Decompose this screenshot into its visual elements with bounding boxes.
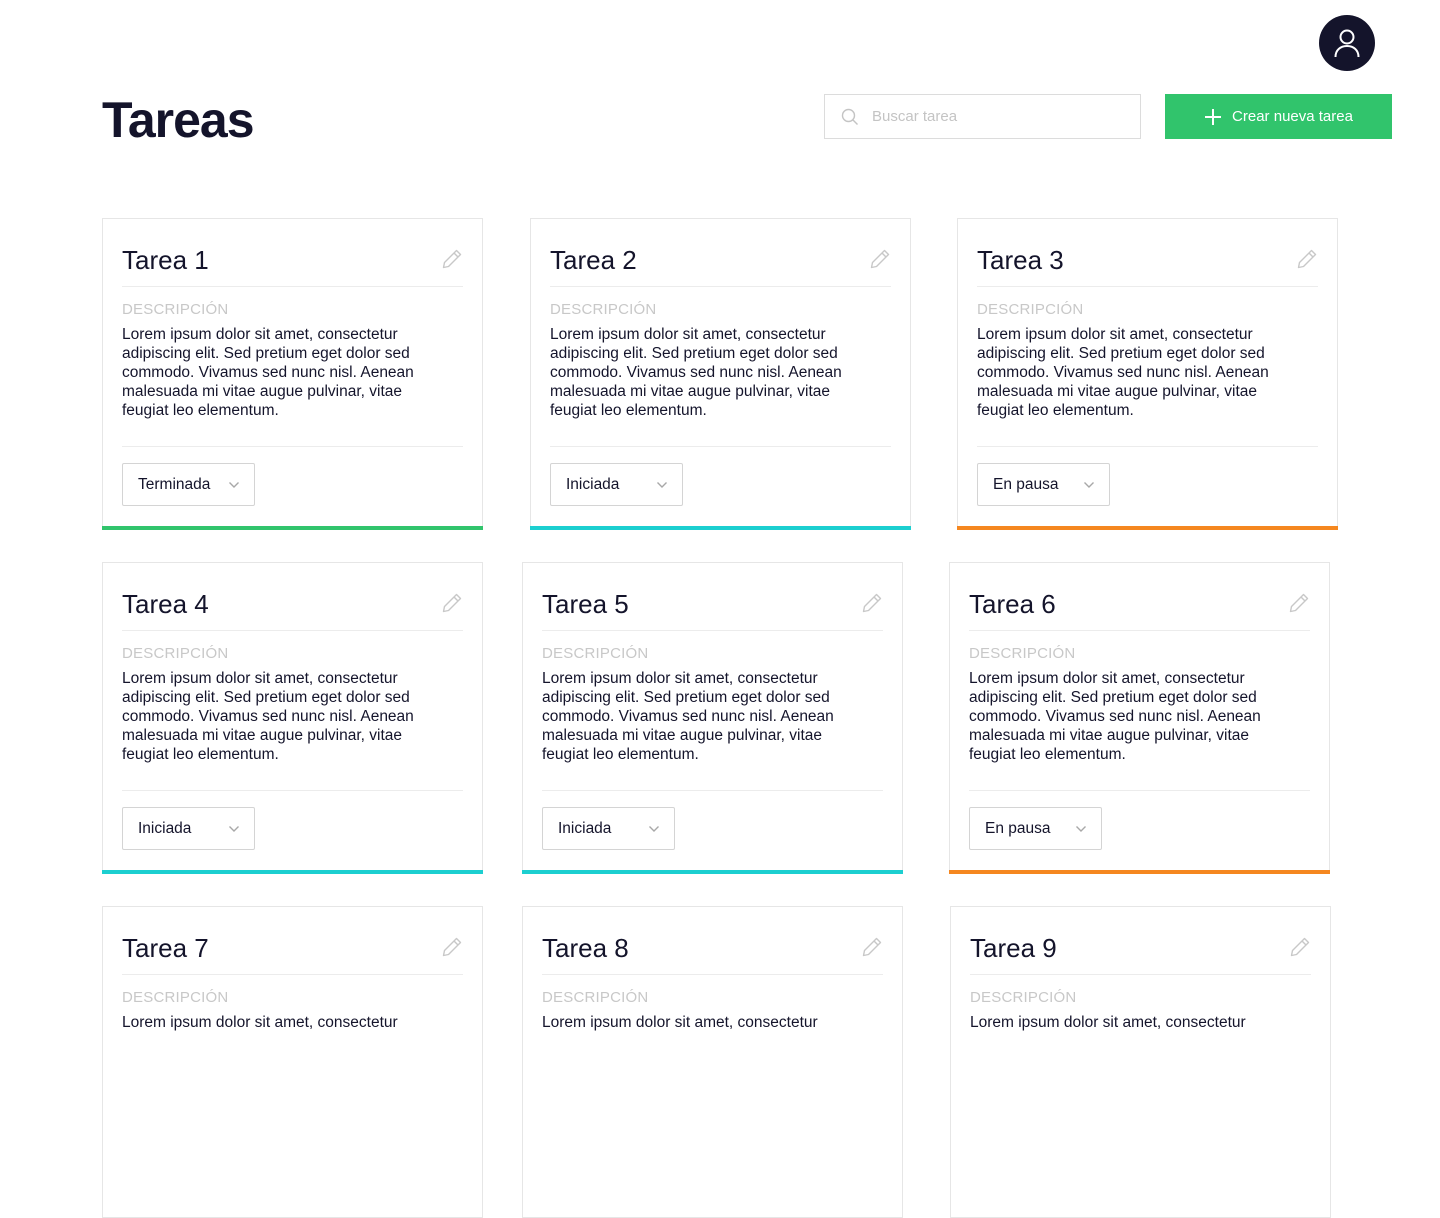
create-task-button-label: Crear nueva tarea (1232, 108, 1353, 125)
task-status-select[interactable]: Iniciada (550, 463, 683, 506)
task-status-select[interactable]: Iniciada (542, 807, 675, 850)
task-card-header: Tarea 5 (542, 583, 883, 631)
task-card-header: Tarea 6 (969, 583, 1310, 631)
task-title: Tarea 1 (122, 245, 209, 275)
search-box[interactable] (824, 94, 1141, 139)
task-description: Lorem ipsum dolor sit amet, consectetur … (550, 326, 842, 419)
task-title: Tarea 6 (969, 589, 1056, 619)
task-card-header: Tarea 7 (122, 927, 463, 975)
task-status-select[interactable]: En pausa (969, 807, 1102, 850)
task-card-divider (969, 790, 1310, 791)
task-card-divider (542, 790, 883, 791)
task-card-header: Tarea 2 (550, 239, 891, 287)
edit-pencil-icon[interactable] (1296, 248, 1318, 270)
edit-pencil-icon[interactable] (1289, 936, 1311, 958)
task-card: Tarea 7 DESCRIPCIÓN Lorem ipsum dolor si… (102, 906, 483, 1218)
edit-pencil-icon[interactable] (441, 248, 463, 270)
task-title: Tarea 9 (970, 933, 1057, 963)
task-title: Tarea 4 (122, 589, 209, 619)
task-description: Lorem ipsum dolor sit amet, consectetur … (122, 326, 414, 419)
task-status-value: Iniciada (566, 475, 620, 493)
task-description-label: DESCRIPCIÓN (122, 989, 229, 1006)
task-card-divider (122, 446, 463, 447)
task-status-accent-bar (957, 526, 1338, 530)
task-description-label: DESCRIPCIÓN (969, 645, 1076, 662)
task-card-header: Tarea 8 (542, 927, 883, 975)
chevron-down-icon (228, 479, 240, 491)
task-status-value: En pausa (985, 819, 1051, 837)
task-card: Tarea 3 DESCRIPCIÓN Lorem ipsum dolor si… (957, 218, 1338, 530)
task-description-label: DESCRIPCIÓN (970, 989, 1077, 1006)
task-description-label: DESCRIPCIÓN (542, 989, 649, 1006)
task-card-header: Tarea 3 (977, 239, 1318, 287)
task-card-divider (977, 446, 1318, 447)
task-title: Tarea 3 (977, 245, 1064, 275)
search-icon (840, 107, 860, 127)
task-description: Lorem ipsum dolor sit amet, consectetur … (977, 326, 1269, 419)
task-status-select[interactable]: Terminada (122, 463, 255, 506)
task-description: Lorem ipsum dolor sit amet, consectetur … (542, 670, 834, 763)
chevron-down-icon (1075, 823, 1087, 835)
task-description: Lorem ipsum dolor sit amet, consectetur (970, 1014, 1246, 1031)
edit-pencil-icon[interactable] (861, 936, 883, 958)
task-status-accent-bar (530, 526, 911, 530)
edit-pencil-icon[interactable] (1288, 592, 1310, 614)
task-status-accent-bar (522, 870, 903, 874)
user-icon (1334, 29, 1360, 58)
task-card: Tarea 1 DESCRIPCIÓN Lorem ipsum dolor si… (102, 218, 483, 530)
edit-pencil-icon[interactable] (441, 592, 463, 614)
task-card: Tarea 6 DESCRIPCIÓN Lorem ipsum dolor si… (949, 562, 1330, 874)
task-card-header: Tarea 9 (970, 927, 1311, 975)
task-title: Tarea 5 (542, 589, 629, 619)
chevron-down-icon (648, 823, 660, 835)
task-status-value: Terminada (138, 475, 211, 493)
task-status-accent-bar (102, 870, 483, 874)
search-input[interactable] (870, 107, 1124, 126)
task-card: Tarea 8 DESCRIPCIÓN Lorem ipsum dolor si… (522, 906, 903, 1218)
page-title: Tareas (102, 92, 255, 148)
plus-icon (1205, 108, 1222, 125)
task-description-label: DESCRIPCIÓN (122, 645, 229, 662)
edit-pencil-icon[interactable] (869, 248, 891, 270)
edit-pencil-icon[interactable] (861, 592, 883, 614)
task-title: Tarea 8 (542, 933, 629, 963)
task-description: Lorem ipsum dolor sit amet, consectetur … (969, 670, 1261, 763)
task-description-label: DESCRIPCIÓN (542, 645, 649, 662)
task-card-divider (122, 790, 463, 791)
task-description-label: DESCRIPCIÓN (122, 301, 229, 318)
chevron-down-icon (1083, 479, 1095, 491)
edit-pencil-icon[interactable] (441, 936, 463, 958)
task-card-header: Tarea 4 (122, 583, 463, 631)
task-status-value: Iniciada (138, 819, 192, 837)
task-status-value: En pausa (993, 475, 1059, 493)
task-status-value: Iniciada (558, 819, 612, 837)
task-card-divider (550, 446, 891, 447)
task-status-select[interactable]: Iniciada (122, 807, 255, 850)
task-title: Tarea 2 (550, 245, 637, 275)
task-description: Lorem ipsum dolor sit amet, consectetur … (122, 670, 414, 763)
task-title: Tarea 7 (122, 933, 209, 963)
task-status-select[interactable]: En pausa (977, 463, 1110, 506)
task-description: Lorem ipsum dolor sit amet, consectetur (122, 1014, 398, 1031)
task-description-label: DESCRIPCIÓN (550, 301, 657, 318)
task-card: Tarea 2 DESCRIPCIÓN Lorem ipsum dolor si… (530, 218, 911, 530)
task-status-accent-bar (949, 870, 1330, 874)
create-task-button[interactable]: Crear nueva tarea (1165, 94, 1392, 139)
task-card: Tarea 9 DESCRIPCIÓN Lorem ipsum dolor si… (950, 906, 1331, 1218)
chevron-down-icon (656, 479, 668, 491)
user-avatar-button[interactable] (1319, 15, 1375, 71)
task-card: Tarea 4 DESCRIPCIÓN Lorem ipsum dolor si… (102, 562, 483, 874)
task-description: Lorem ipsum dolor sit amet, consectetur (542, 1014, 818, 1031)
task-card-header: Tarea 1 (122, 239, 463, 287)
task-card: Tarea 5 DESCRIPCIÓN Lorem ipsum dolor si… (522, 562, 903, 874)
task-description-label: DESCRIPCIÓN (977, 301, 1084, 318)
chevron-down-icon (228, 823, 240, 835)
task-status-accent-bar (102, 526, 483, 530)
